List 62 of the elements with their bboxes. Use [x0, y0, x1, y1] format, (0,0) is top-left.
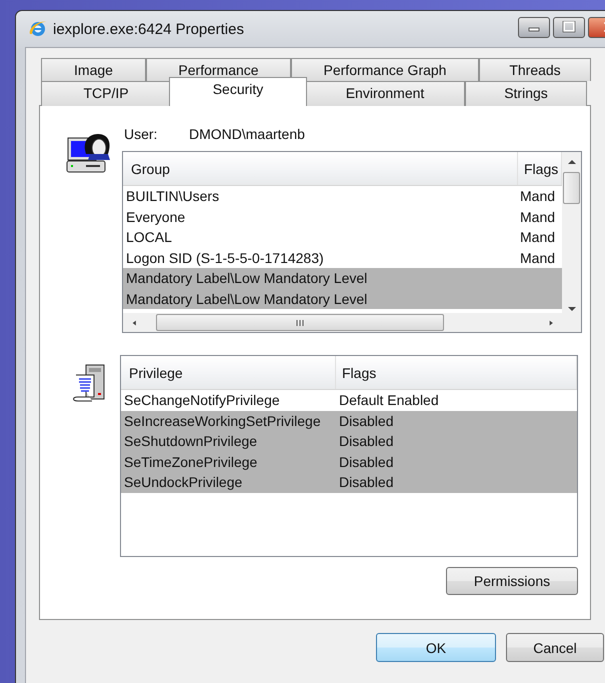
- tab[interactable]: Environment: [305, 81, 465, 106]
- table-cell-text: Disabled: [338, 433, 394, 450]
- permissions-button[interactable]: Permissions: [446, 567, 578, 595]
- user-value: DMOND\maartenb: [189, 126, 305, 144]
- tab[interactable]: Strings: [465, 81, 587, 106]
- table-cell-text: Disabled: [338, 412, 394, 429]
- list-row[interactable]: SeChangeNotifyPrivilege Default Enabled: [121, 390, 577, 410]
- vertical-scrollbar[interactable]: [562, 152, 581, 332]
- right-arrow-icon[interactable]: [548, 318, 554, 326]
- scroll-thumb[interactable]: [156, 314, 444, 331]
- table-cell-text: SeChangeNotifyPrivilege: [123, 392, 281, 408]
- table-cell-text: Disabled: [338, 474, 394, 490]
- horizontal-scrollbar[interactable]: [123, 313, 562, 332]
- list-row[interactable]: SeShutdownPrivilege Disabled: [121, 431, 577, 452]
- scroll-thumb[interactable]: [563, 172, 580, 204]
- tab[interactable]: Threads: [479, 58, 591, 81]
- table-cell-text: Mand: [519, 208, 556, 225]
- table-cell-text: BUILTIN\Users: [125, 188, 220, 204]
- column-header[interactable]: Privilege: [121, 356, 336, 389]
- maximize-icon: [562, 21, 576, 33]
- list-row[interactable]: SeIncreaseWorkingSetPrivilege Disabled: [121, 410, 577, 431]
- scroll-server-icon: [70, 363, 106, 403]
- table-cell-text: Disabled: [338, 454, 394, 470]
- ok-button[interactable]: OK: [376, 633, 496, 662]
- column-header[interactable]: Group: [123, 152, 518, 185]
- tab[interactable]: Security: [169, 77, 307, 106]
- user-label: User:: [124, 126, 158, 144]
- left-arrow-icon[interactable]: [131, 318, 138, 326]
- tab[interactable]: TCP/IP: [41, 81, 171, 106]
- table-cell-text: SeIncreaseWorkingSetPrivilege: [123, 412, 322, 429]
- list-row[interactable]: Mandatory Label\Low Mandatory Level: [123, 268, 562, 288]
- table-cell-text: SeUndockPrivilege: [123, 474, 244, 490]
- user-computer-icon: [66, 132, 112, 174]
- table-cell-text: LOCAL: [125, 229, 173, 246]
- table-cell-text: SeShutdownPrivilege: [123, 433, 258, 450]
- list-row[interactable]: SeUndockPrivilege Disabled: [121, 472, 577, 492]
- cancel-button[interactable]: Cancel: [506, 633, 604, 662]
- tab[interactable]: Performance Graph: [291, 58, 479, 81]
- table-cell-text: Mandatory Label\Low Mandatory Level: [125, 270, 368, 286]
- table-cell-text: Mand: [519, 229, 556, 246]
- window-title: iexplore.exe:6424 Properties: [53, 20, 244, 38]
- grip-icon: [296, 320, 304, 326]
- list-row[interactable]: Mandatory Label\Low Mandatory Level: [123, 288, 562, 309]
- table-cell-text: Mand: [519, 250, 556, 266]
- list-row[interactable]: Logon SID (S-1-5-5-0-1714283) Mand: [123, 248, 562, 268]
- table-cell-text: Everyone: [125, 208, 186, 225]
- table-cell-text: Logon SID (S-1-5-5-0-1714283): [125, 250, 325, 266]
- table-cell-text: Mand: [519, 188, 556, 204]
- down-arrow-icon[interactable]: [566, 305, 576, 313]
- maximize-button[interactable]: [553, 16, 585, 38]
- list-row[interactable]: BUILTIN\Users Mand: [123, 186, 562, 206]
- minimize-button[interactable]: [518, 16, 550, 38]
- up-arrow-icon[interactable]: [566, 158, 576, 166]
- table-cell-text: SeTimeZonePrivilege: [123, 454, 258, 470]
- table-cell-text: Mandatory Label\Low Mandatory Level: [125, 290, 368, 307]
- list-row[interactable]: Everyone Mand: [123, 206, 562, 227]
- list-row[interactable]: SeTimeZonePrivilege Disabled: [121, 452, 577, 472]
- column-header[interactable]: Flags: [336, 356, 577, 389]
- list-row[interactable]: LOCAL Mand: [123, 227, 562, 248]
- tab[interactable]: Image: [41, 58, 146, 81]
- table-cell-text: Default Enabled: [338, 392, 440, 408]
- browser-logo-icon: [28, 19, 48, 39]
